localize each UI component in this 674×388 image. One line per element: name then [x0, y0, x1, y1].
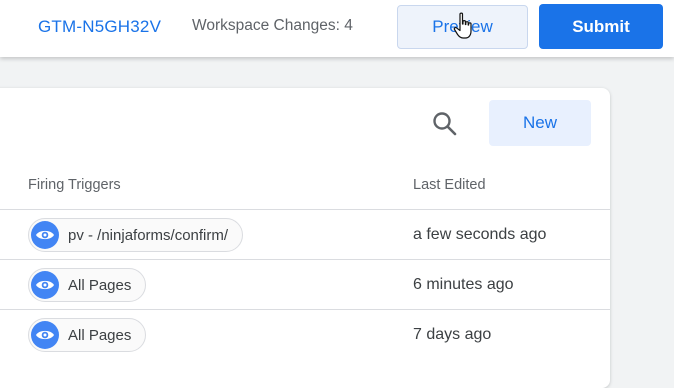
- table-row[interactable]: pv - /ninjaforms/confirm/ a few seconds …: [0, 209, 610, 259]
- eye-icon: [31, 221, 59, 249]
- container-id[interactable]: GTM-N5GH32V: [38, 17, 161, 37]
- eye-icon: [31, 271, 59, 299]
- trigger-chip-label: All Pages: [68, 276, 132, 294]
- trigger-chip-label: pv - /ninjaforms/confirm/: [68, 226, 229, 244]
- trigger-chip[interactable]: pv - /ninjaforms/confirm/: [28, 218, 244, 252]
- submit-button[interactable]: Submit: [539, 4, 663, 49]
- table-row[interactable]: All Pages 6 minutes ago: [0, 259, 610, 309]
- trigger-chip[interactable]: All Pages: [28, 268, 147, 302]
- tags-card: New Firing Triggers Last Edited pv - /ni…: [0, 88, 610, 388]
- submit-button-label: Submit: [572, 16, 630, 36]
- workspace-changes-count: Workspace Changes: 4: [192, 17, 353, 34]
- new-button[interactable]: New: [489, 100, 591, 146]
- trigger-chip[interactable]: All Pages: [28, 318, 147, 352]
- search-button[interactable]: [430, 109, 460, 139]
- column-header-firing-triggers[interactable]: Firing Triggers: [28, 177, 121, 193]
- last-edited-value: 7 days ago: [413, 326, 492, 343]
- hand-cursor-icon: [453, 12, 472, 39]
- search-icon: [433, 112, 457, 136]
- last-edited-value: 6 minutes ago: [413, 276, 514, 293]
- new-button-label: New: [522, 113, 557, 132]
- trigger-chip-label: All Pages: [68, 326, 132, 344]
- table-row[interactable]: All Pages 7 days ago: [0, 309, 610, 359]
- top-bar: GTM-N5GH32V Workspace Changes: 4 Preview…: [0, 0, 674, 57]
- column-header-last-edited[interactable]: Last Edited: [413, 177, 486, 193]
- last-edited-value: a few seconds ago: [413, 226, 547, 243]
- eye-icon: [31, 321, 59, 349]
